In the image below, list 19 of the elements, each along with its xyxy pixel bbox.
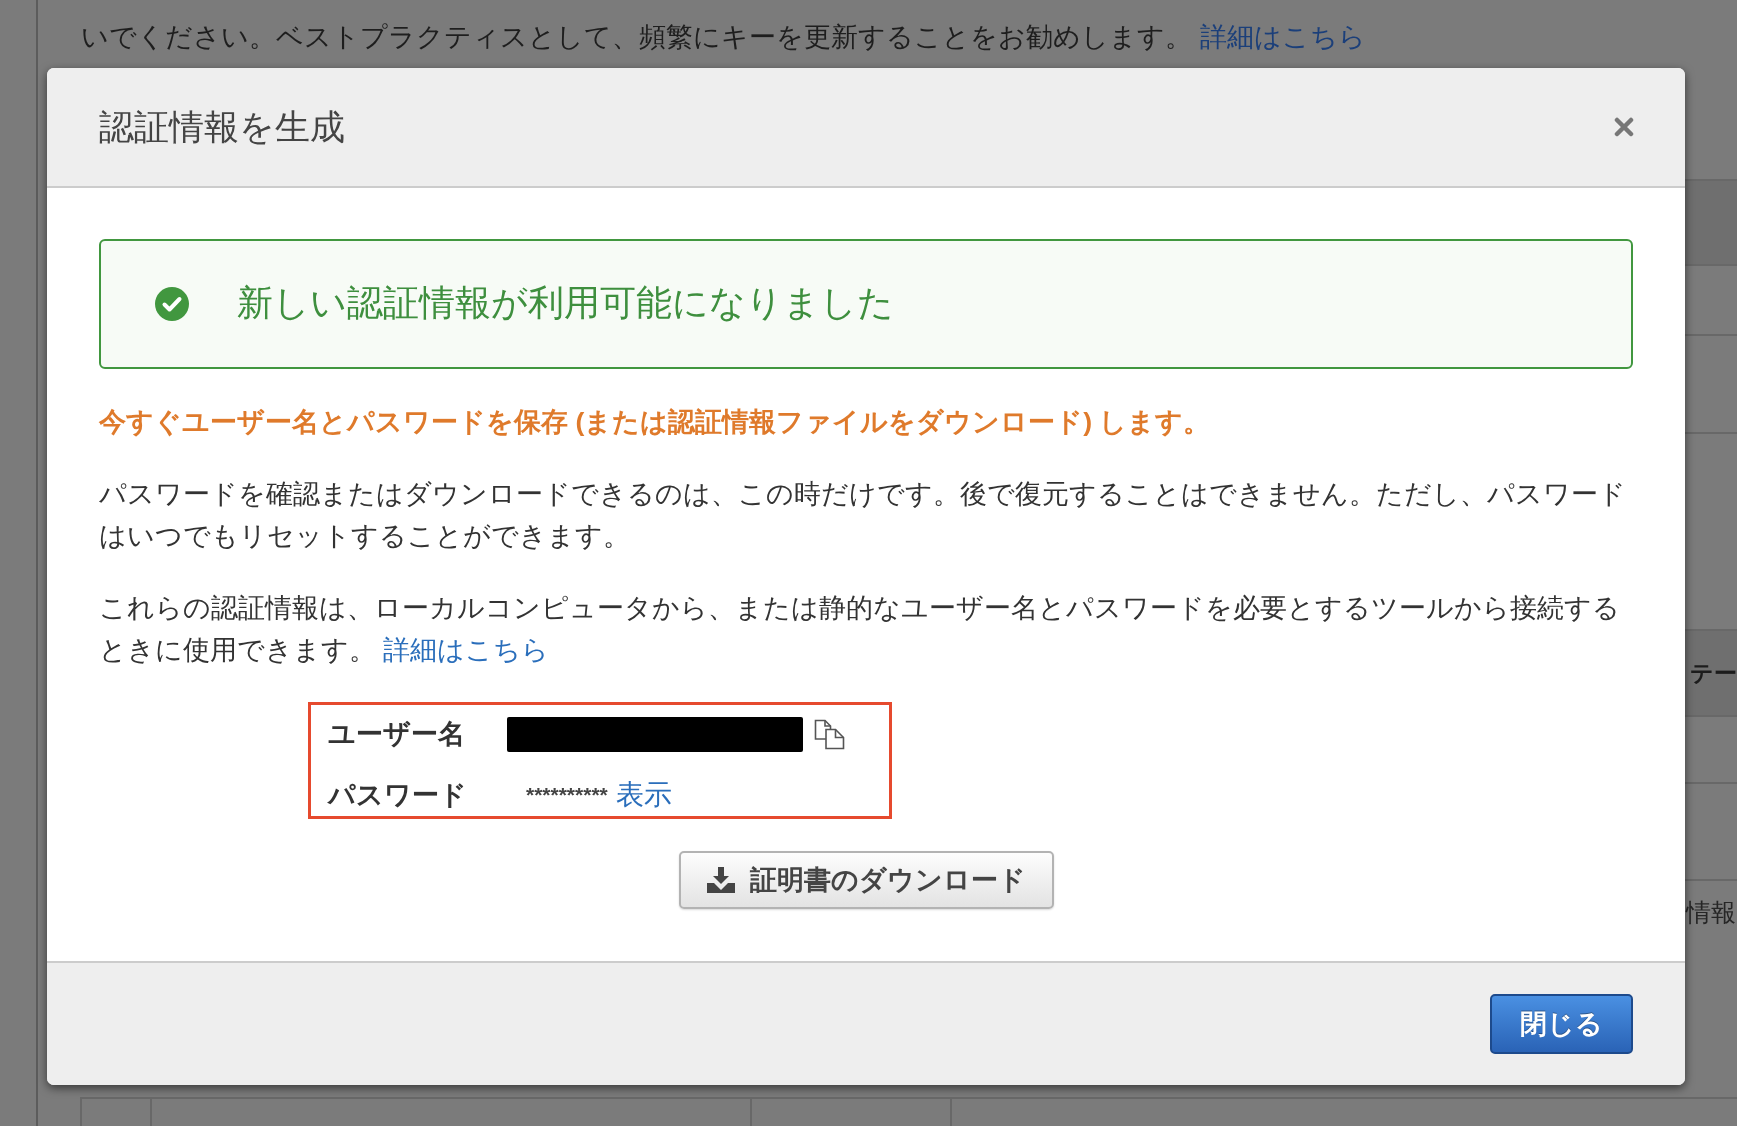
field-label: パスワード — [328, 778, 468, 812]
download-button[interactable]: 証明書のダウンロード — [678, 851, 1054, 909]
info-paragraph: これらの認証情報は、ローカルコンピュータから、または静的なユーザー名とパスワードを必要とするツールから接続するときに使用できます。 詳細はこちら — [99, 592, 1621, 667]
column-header-text: テー — [1689, 661, 1737, 685]
table-cell-text: 情報 — [1685, 897, 1736, 927]
warning-text: 今すぐユーザー名とパスワードを保存 (または認証情報ファイルをダウンロード) します。 — [99, 406, 1212, 439]
info-paragraph: パスワードを確認またはダウンロードできるのは、この時だけです。後で復元することはできません。ただし、パスワードはいつでもリセットすることができます。 — [99, 478, 1627, 553]
check-circle-icon — [155, 287, 189, 321]
close-icon[interactable] — [1614, 117, 1634, 137]
copy-icon[interactable] — [814, 718, 845, 750]
show-password-link[interactable]: 表示 — [615, 774, 672, 816]
success-message: 新しい認証情報が利用可能になりました — [237, 282, 894, 326]
field-label: ユーザー名 — [328, 717, 466, 751]
close-button[interactable]: 閉じる — [1490, 994, 1633, 1054]
dialog-title: 認証情報を生成 — [99, 105, 345, 148]
masked-password: ********** — [526, 782, 608, 809]
learn-more-link[interactable]: 詳細はこちら — [383, 635, 550, 665]
notice-text: いでください。ベストプラクティスとして、頻繁にキーを更新することをお勧めします。 詳細はこちら — [81, 21, 1367, 54]
download-icon — [706, 867, 735, 893]
